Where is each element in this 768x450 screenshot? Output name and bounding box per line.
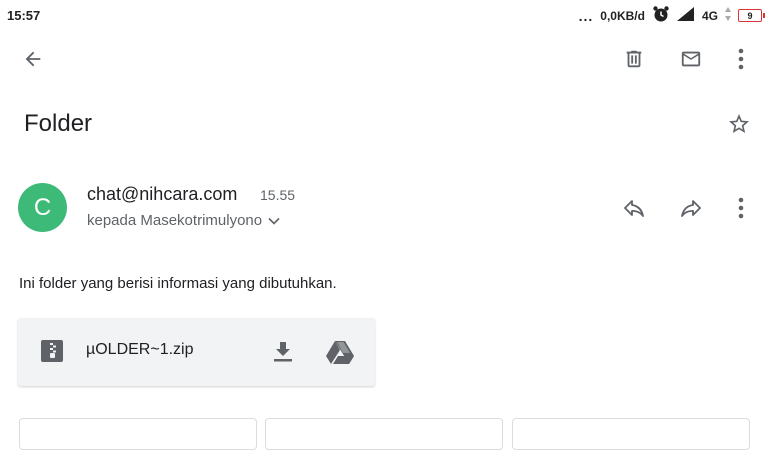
attachment-name: µOLDER~1.zip xyxy=(86,341,194,358)
email-body: Ini folder yang berisi informasi yang di… xyxy=(19,275,337,292)
status-bar: 15:57 ... 0,0KB/d 4G 9 xyxy=(0,0,768,32)
trash-icon xyxy=(626,50,642,68)
forward-button[interactable] xyxy=(677,195,705,221)
email-subject: Folder xyxy=(24,110,93,137)
recipient-label: kepada Masekotrimulyono xyxy=(87,212,263,229)
more-vert-icon xyxy=(738,197,744,219)
notification-dots: ... xyxy=(578,7,594,24)
forward-icon xyxy=(681,200,701,217)
message-more-button[interactable] xyxy=(728,195,754,221)
battery-level: 9 xyxy=(747,10,753,21)
toolbar-more-button[interactable] xyxy=(728,44,754,74)
signal-icon xyxy=(676,7,695,24)
smart-reply-2[interactable] xyxy=(265,418,503,450)
network-type: 4G xyxy=(701,8,718,23)
smart-reply-3[interactable] xyxy=(512,418,750,450)
arrow-back-icon xyxy=(25,51,41,67)
more-vert-icon xyxy=(738,48,744,70)
mark-unread-button[interactable] xyxy=(676,44,706,74)
alarm-icon xyxy=(652,5,670,26)
download-icon xyxy=(274,342,292,362)
battery-icon: 9 xyxy=(738,9,765,22)
sender-email[interactable]: chat@nihcara.com xyxy=(87,184,237,205)
chevron-down-icon xyxy=(268,217,280,225)
star-outline-icon xyxy=(729,114,749,133)
network-speed: 0,0KB/d xyxy=(600,8,645,23)
mail-icon xyxy=(681,51,701,67)
status-indicators: ... 0,0KB/d 4G 9 xyxy=(578,5,765,26)
email-time: 15.55 xyxy=(260,187,296,203)
zip-file-icon xyxy=(41,340,63,367)
status-time: 15:57 xyxy=(7,8,41,23)
reply-button[interactable] xyxy=(620,195,648,221)
reply-icon xyxy=(624,200,644,217)
smart-reply-1[interactable] xyxy=(19,418,257,450)
data-arrows-icon xyxy=(725,7,731,24)
star-button[interactable] xyxy=(724,109,754,139)
smart-reply-row xyxy=(0,418,768,450)
download-button[interactable] xyxy=(268,338,298,366)
recipient-toggle[interactable]: kepada Masekotrimulyono xyxy=(87,212,280,229)
attachment-card[interactable]: µOLDER~1.zip xyxy=(18,318,375,386)
drive-icon xyxy=(326,341,354,364)
back-button[interactable] xyxy=(18,44,48,74)
delete-button[interactable] xyxy=(619,44,649,74)
sender-avatar: C xyxy=(18,183,67,232)
save-to-drive-button[interactable] xyxy=(324,338,356,366)
